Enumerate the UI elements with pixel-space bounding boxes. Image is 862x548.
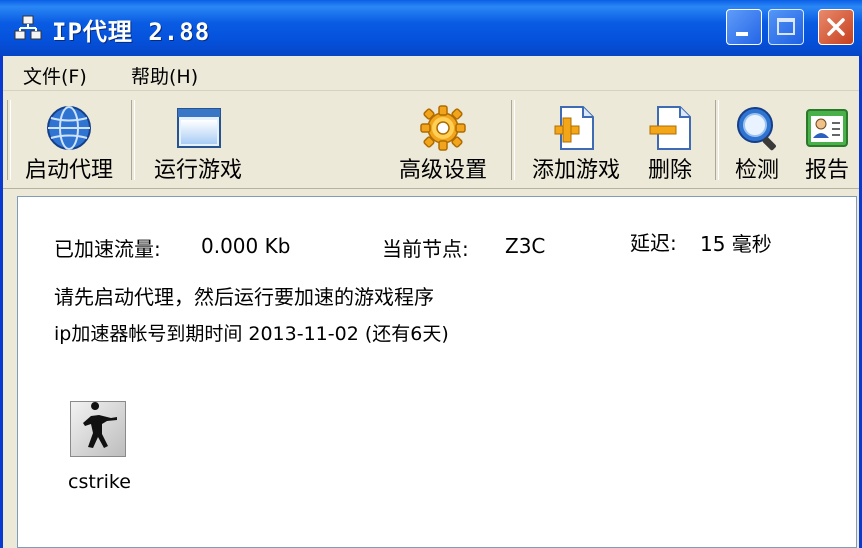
- latency-value: 15 毫秒: [700, 232, 772, 256]
- report-icon: [806, 109, 848, 147]
- detect-label: 检测: [734, 158, 779, 183]
- start-proxy-label: 启动代理: [24, 158, 113, 183]
- run-game-label: 运行游戏: [153, 158, 242, 183]
- node-label: 当前节点:: [382, 237, 469, 261]
- instruction-message: 请先启动代理，然后运行要加速的游戏程序: [54, 285, 434, 309]
- toolbar: 启动代理 运行游戏 高级设置 添加游戏 删除 检测 报告: [3, 92, 859, 189]
- remove-document-icon: [649, 106, 691, 150]
- close-button[interactable]: [818, 9, 854, 45]
- traffic-value: 0.000 Kb: [201, 234, 291, 258]
- delete-button[interactable]: 删除: [635, 92, 705, 188]
- expiry-message: ip加速器帐号到期时间 2013-11-02 (还有6天): [54, 323, 449, 345]
- title-bar[interactable]: IP代理 2.88: [0, 0, 862, 56]
- add-game-button[interactable]: 添加游戏: [521, 92, 631, 188]
- game-label: cstrike: [68, 471, 131, 493]
- menu-bar: 文件(F) 帮助(H): [3, 56, 859, 91]
- window-title: IP代理 2.88: [52, 18, 211, 46]
- start-proxy-button[interactable]: 启动代理: [15, 92, 123, 188]
- menu-help[interactable]: 帮助(H): [131, 62, 198, 89]
- node-value: Z3C: [505, 234, 546, 258]
- delete-label: 删除: [647, 158, 692, 183]
- add-game-label: 添加游戏: [531, 158, 620, 183]
- window-icon: [177, 108, 221, 148]
- counter-strike-icon[interactable]: [70, 401, 126, 457]
- detect-button[interactable]: 检测: [721, 92, 793, 188]
- close-icon: [827, 18, 845, 36]
- maximize-icon: [777, 18, 795, 35]
- toolbar-separator: [511, 100, 515, 180]
- maximize-button[interactable]: [768, 9, 804, 45]
- report-button[interactable]: 报告: [795, 92, 859, 188]
- advanced-settings-button[interactable]: 高级设置: [389, 92, 497, 188]
- soldier-icon: [83, 402, 117, 448]
- minimize-button[interactable]: [726, 9, 762, 45]
- traffic-label: 已加速流量:: [54, 237, 161, 261]
- gear-icon: [420, 105, 466, 151]
- globe-icon: [47, 106, 91, 150]
- magnifier-icon: [737, 107, 776, 151]
- report-label: 报告: [804, 158, 849, 183]
- toolbar-separator: [715, 100, 719, 180]
- add-document-icon: [554, 106, 594, 150]
- status-panel: 已加速流量: 0.000 Kb 当前节点: Z3C 延迟: 15 毫秒 请先启动…: [17, 196, 857, 548]
- latency-label: 延迟:: [630, 231, 677, 255]
- advanced-settings-label: 高级设置: [398, 158, 487, 183]
- run-game-button[interactable]: 运行游戏: [143, 92, 253, 188]
- app-window: IP代理 2.88 文件(F) 帮助(H) 启动代理 运行游戏 高级设置 添加游…: [0, 0, 862, 548]
- menu-file[interactable]: 文件(F): [23, 62, 87, 89]
- toolbar-separator: [131, 100, 135, 180]
- network-icon: [14, 15, 42, 40]
- toolbar-grip: [7, 100, 11, 180]
- minimize-icon: [736, 32, 748, 36]
